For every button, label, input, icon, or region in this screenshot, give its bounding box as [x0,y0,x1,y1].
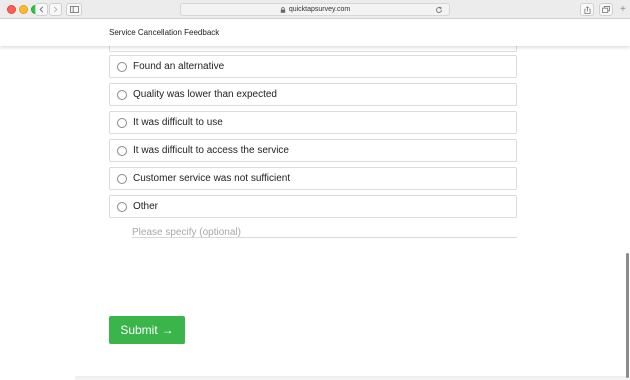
option-difficult-to-use[interactable]: It was difficult to use [109,111,517,134]
page-header: Service Cancellation Feedback [0,20,630,46]
forward-arrow-icon [53,6,58,13]
option-difficult-to-access[interactable]: It was difficult to access the service [109,139,517,162]
arrow-right-icon: → [161,323,174,337]
radio-button[interactable] [117,61,127,72]
radio-button[interactable] [117,89,127,100]
address-url: quicktapsurvey.com [288,6,351,13]
option-found-alternative[interactable]: Found an alternative [109,55,517,78]
option-label: Quality was lower than expected [133,89,277,100]
page-scrollbar[interactable] [626,253,629,378]
back-arrow-icon [39,6,44,13]
submit-label: Submit [120,323,158,337]
radio-button[interactable] [117,117,127,128]
specify-field[interactable] [132,222,517,238]
survey-content: Found an alternative Quality was lower t… [0,36,630,380]
sidebar-icon [69,6,79,13]
page-title: Service Cancellation Feedback [109,28,220,37]
show-tabs-button[interactable] [599,3,613,16]
share-button[interactable] [580,3,594,16]
specify-input[interactable] [132,227,517,238]
option-label: It was difficult to use [133,117,223,128]
radio-button[interactable] [117,145,127,156]
option-label: Found an alternative [133,61,225,72]
option-label: It was difficult to access the service [133,145,289,156]
option-quality-lower[interactable]: Quality was lower than expected [109,83,517,106]
option-other[interactable]: Other [109,195,517,218]
sidebar-toggle-button[interactable] [66,3,82,16]
browser-toolbar: quicktapsurvey.com + [0,0,630,19]
option-label: Customer service was not sufficient [133,173,291,184]
reload-icon[interactable] [435,6,443,14]
share-icon [583,5,591,14]
option-label: Other [133,201,159,212]
option-customer-service[interactable]: Customer service was not sufficient [109,167,517,190]
minimize-window-icon[interactable] [19,5,28,14]
lock-icon [280,6,286,13]
close-window-icon[interactable] [7,5,16,14]
back-button[interactable] [35,3,48,16]
forward-button[interactable] [49,3,62,16]
new-tab-plus-icon[interactable]: + [620,3,626,16]
footer-edge [75,376,630,380]
address-bar[interactable]: quicktapsurvey.com [180,3,450,16]
tabs-icon [602,6,610,13]
browser-window: quicktapsurvey.com + Service Cancellatio… [0,0,630,380]
submit-button[interactable]: Submit → [109,316,185,344]
radio-button[interactable] [117,173,127,184]
radio-button[interactable] [117,201,127,212]
